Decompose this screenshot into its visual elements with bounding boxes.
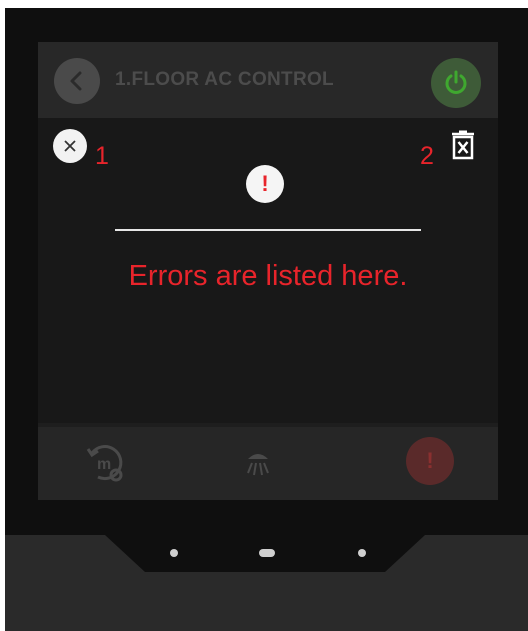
screen-header: 1.FLOOR AC CONTROL (38, 42, 498, 120)
annotation-label-2: 2 (420, 142, 434, 170)
mode-settings-icon[interactable]: m (78, 433, 134, 489)
exclamation-icon: ! (246, 165, 284, 203)
trash-icon (452, 130, 474, 160)
back-button[interactable] (54, 58, 100, 104)
indicator-dot-right (358, 549, 366, 557)
error-status-button[interactable]: ! (406, 437, 454, 485)
annotation-label-1: 1 (95, 142, 109, 170)
power-icon (445, 70, 467, 94)
light-icon[interactable] (240, 443, 276, 479)
indicator-pill-center (259, 549, 275, 557)
device-bottom-panel (5, 535, 528, 631)
page-title: 1.FLOOR AC CONTROL (115, 69, 334, 90)
error-dialog: 1 2 ! Errors are listed here. (38, 118, 498, 423)
chevron-left-icon (70, 71, 82, 91)
indicator-dot-left (170, 549, 178, 557)
svg-text:m: m (97, 456, 111, 473)
error-message: Errors are listed here. (128, 260, 408, 292)
screen-footer: m ! (38, 427, 498, 500)
delete-errors-button[interactable] (448, 128, 478, 162)
close-icon (64, 140, 76, 152)
divider (115, 229, 421, 231)
power-button[interactable] (431, 58, 481, 108)
close-button[interactable] (53, 129, 87, 163)
